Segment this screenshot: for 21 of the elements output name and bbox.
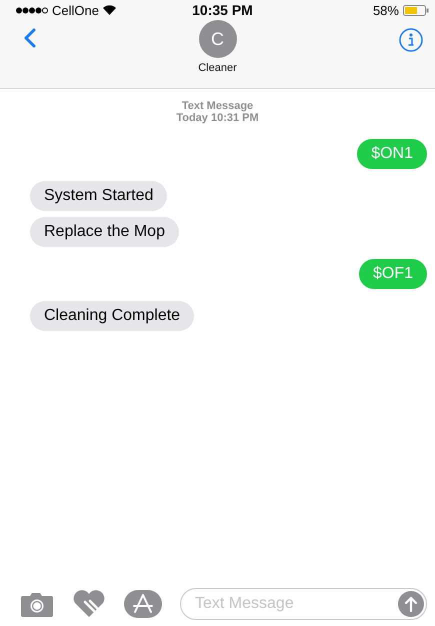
carrier-name: CellOne — [52, 2, 99, 18]
wifi-icon — [102, 5, 116, 15]
app-store-icon[interactable] — [124, 590, 162, 618]
received-message: System Started — [30, 181, 168, 211]
signal-icon — [16, 6, 48, 14]
received-message: Replace the Mop — [30, 217, 179, 247]
sent-message: $OF1 — [358, 259, 427, 289]
service-label: Text Message — [182, 100, 254, 112]
sent-message: $ON1 — [357, 139, 427, 169]
clock-time: 10:35 PM — [192, 2, 253, 18]
contact-name[interactable]: Cleaner — [198, 62, 237, 74]
received-message: Cleaning Complete — [30, 301, 194, 331]
camera-icon[interactable] — [20, 591, 54, 617]
heart-icon[interactable] — [72, 590, 106, 618]
send-icon[interactable] — [398, 591, 424, 617]
battery-percent: 58% — [372, 2, 399, 18]
message-timestamp: Today 10:31 PM — [176, 112, 259, 124]
battery-icon — [402, 4, 429, 16]
back-icon[interactable] — [24, 28, 36, 48]
message-field[interactable]: Text Message — [180, 588, 427, 620]
info-icon[interactable] — [399, 28, 423, 52]
